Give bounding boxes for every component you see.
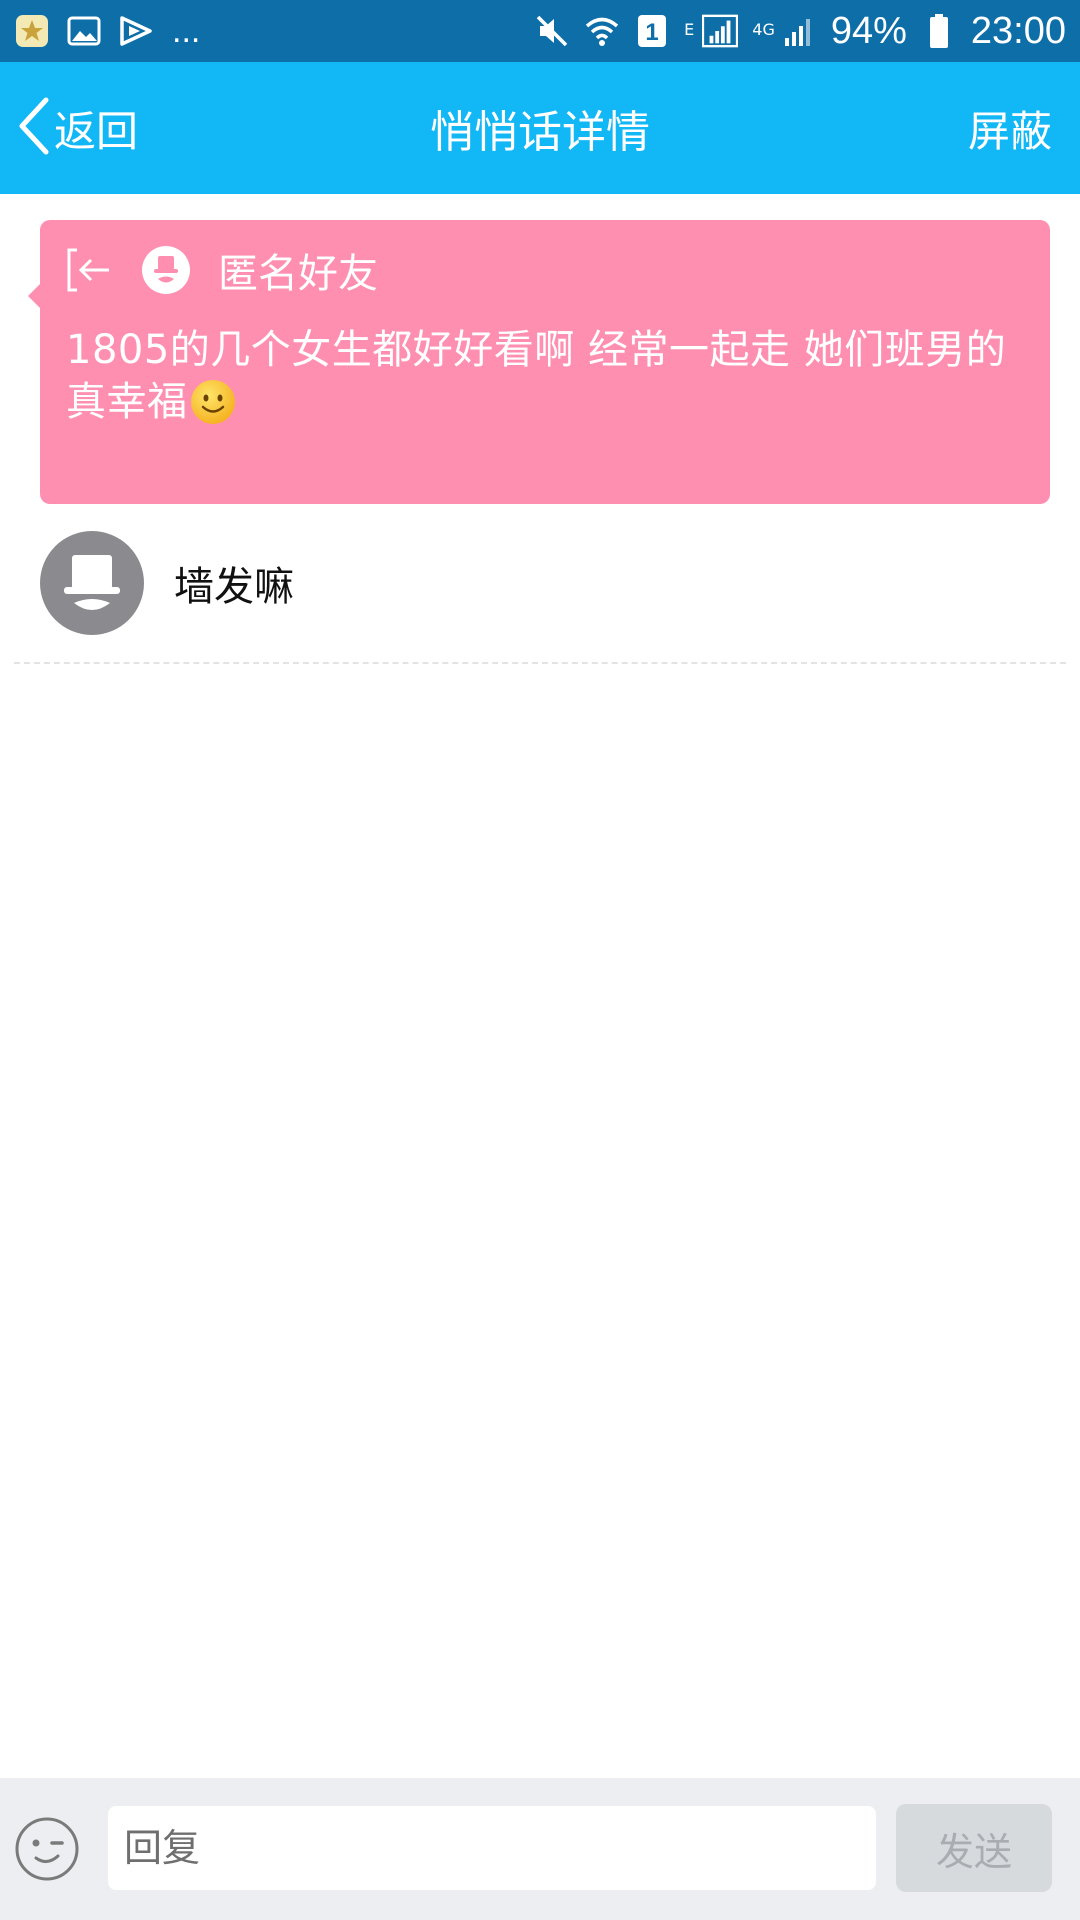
signal-icon-2 xyxy=(781,13,817,49)
back-button[interactable]: 返回 xyxy=(16,92,138,164)
page-title: 悄悄话详情 xyxy=(430,107,650,158)
title-bar: 返回 悄悄话详情 屏蔽 xyxy=(0,62,1080,194)
battery-icon xyxy=(921,13,957,49)
notification-overflow: ... xyxy=(172,11,201,50)
gallery-icon xyxy=(66,13,102,49)
block-button[interactable]: 屏蔽 xyxy=(968,62,1052,194)
network-e-label: E xyxy=(684,19,695,39)
video-icon xyxy=(118,13,154,49)
reply-bar: 发送 xyxy=(0,1778,1080,1920)
network-4g-label: 4G xyxy=(752,19,775,39)
divider xyxy=(14,662,1066,664)
anonymous-avatar-icon xyxy=(142,246,190,294)
comment-text: 墙发嘛 xyxy=(174,564,294,610)
clock: 23:00 xyxy=(970,9,1066,52)
back-label: 返回 xyxy=(54,106,139,156)
chevron-left-icon xyxy=(16,96,52,160)
signal-icon-1 xyxy=(702,13,739,49)
status-bar: ... 1 E 4G 94% 23:00 xyxy=(0,0,1080,62)
send-button[interactable]: 发送 xyxy=(896,1804,1052,1892)
commenter-avatar[interactable] xyxy=(40,531,144,635)
reply-input[interactable] xyxy=(108,1806,876,1890)
whisper-message: 1805的几个女生都好好看啊 经常一起走 她们班男的真幸福 xyxy=(66,324,1026,428)
svg-text:1: 1 xyxy=(645,19,658,46)
smile-emoji-icon xyxy=(190,379,236,425)
mute-icon xyxy=(534,13,570,49)
anonymous-hat-icon xyxy=(64,555,120,610)
sender-name: 匿名好友 xyxy=(218,251,378,297)
incoming-arrow-icon xyxy=(64,244,116,296)
sim-icon: 1 xyxy=(634,13,670,49)
wifi-icon xyxy=(584,13,620,49)
whisper-card-header: 匿名好友 xyxy=(64,244,378,297)
whisper-card: 匿名好友 1805的几个女生都好好看啊 经常一起走 她们班男的真幸福 xyxy=(28,220,1050,504)
emoji-picker-icon[interactable] xyxy=(14,1816,80,1882)
battery-percent: 94% xyxy=(830,9,907,52)
app-notification-icon xyxy=(14,13,50,49)
comment-item[interactable]: 墙发嘛 xyxy=(40,530,1040,636)
